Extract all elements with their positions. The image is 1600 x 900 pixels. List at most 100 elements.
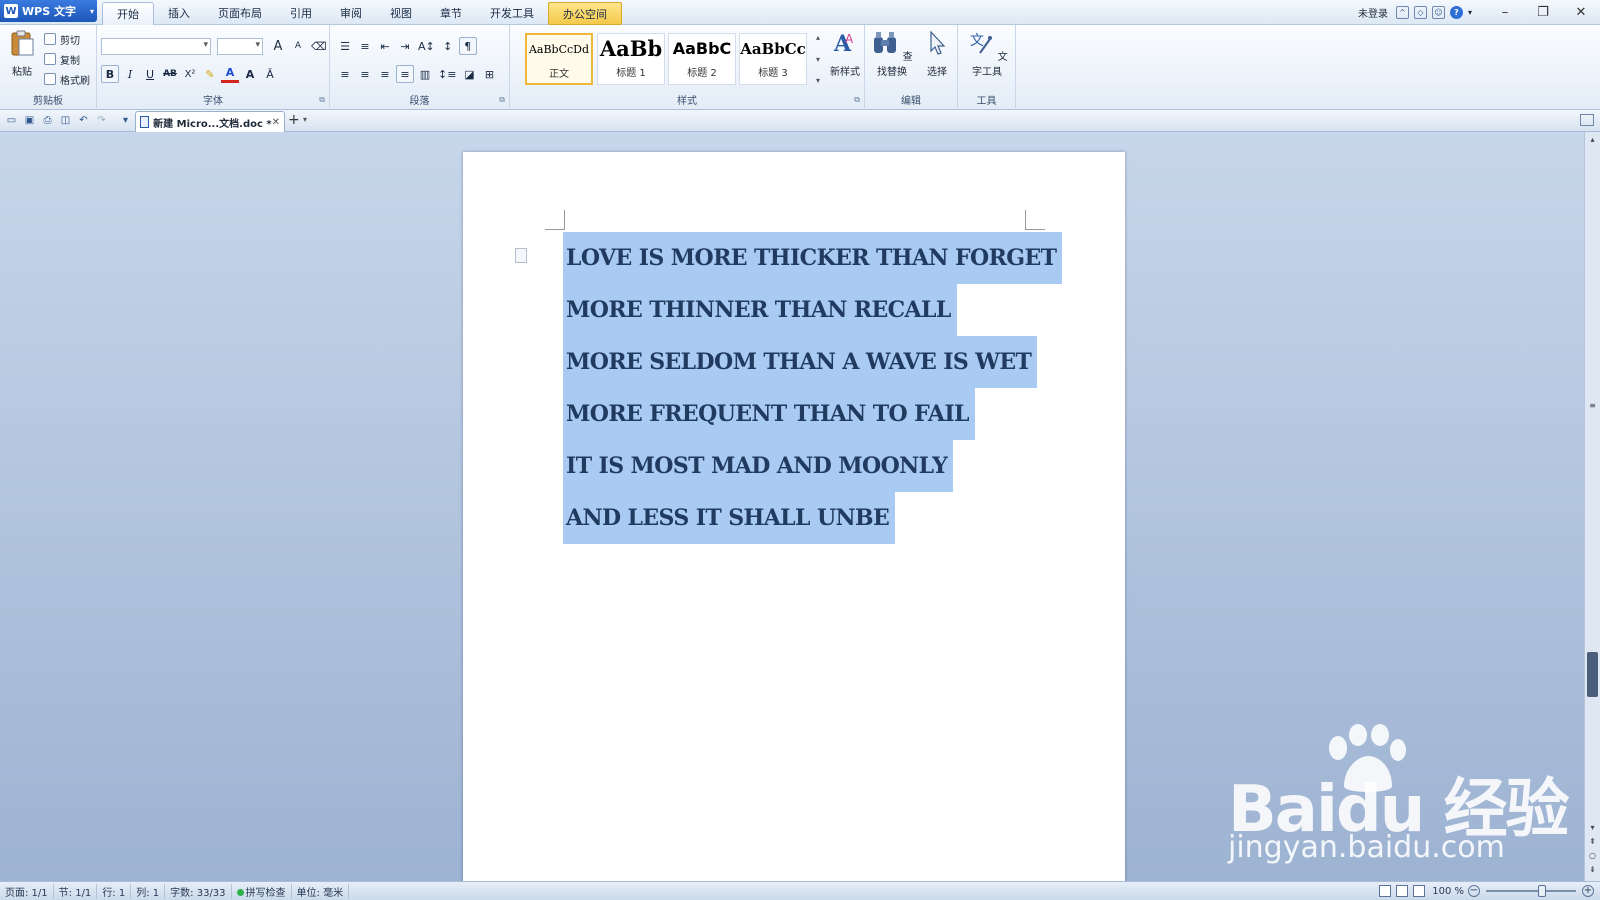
text-tools-button[interactable]: 文 文字工具 (962, 29, 1012, 78)
style-heading-1[interactable]: AaBb 标题 1 (597, 33, 665, 85)
web-view-icon[interactable] (1413, 885, 1426, 897)
superscript-button[interactable]: X² (181, 65, 199, 83)
tab-view[interactable]: 视图 (376, 2, 426, 25)
zoom-in-icon[interactable]: + (1582, 885, 1594, 897)
chevron-up-icon[interactable]: ▴ (816, 33, 820, 42)
print-preview-icon[interactable]: ◫ (58, 113, 73, 128)
next-page-icon[interactable]: ⇟ (1587, 864, 1598, 875)
style-normal[interactable]: AaBbCcDd 正文 (525, 33, 593, 85)
show-marks-icon[interactable]: ¶ (458, 37, 477, 55)
app-menu-button[interactable]: W WPS 文字 ▾ (0, 0, 97, 22)
tab-insert[interactable]: 插入 (154, 2, 204, 25)
more-icon[interactable]: ▾ (816, 76, 820, 85)
find-replace-button[interactable]: 查找替换 (869, 29, 915, 78)
increase-indent-icon[interactable]: ⇥ (396, 37, 414, 55)
bold-button[interactable]: B (101, 65, 119, 83)
align-center-icon[interactable]: ≡ (356, 65, 374, 83)
zoom-level[interactable]: 100 % (1432, 886, 1464, 897)
font-name-combo[interactable] (101, 37, 211, 55)
vertical-scrollbar[interactable]: ▴ ≡ ▾ ⇞ ○ ⇟ (1584, 132, 1600, 881)
text-direction-icon[interactable]: A↕ (416, 37, 437, 55)
borders-icon[interactable]: ⊞ (480, 65, 498, 83)
tab-review[interactable]: 审阅 (326, 2, 376, 25)
font-color-icon[interactable]: A (221, 65, 239, 83)
tab-chapter[interactable]: 章节 (426, 2, 476, 25)
style-heading-2[interactable]: AaBbC 标题 2 (668, 33, 736, 85)
login-link[interactable]: 未登录 (1358, 5, 1388, 20)
tab-home[interactable]: 开始 (102, 2, 154, 25)
text-line[interactable]: MORE FREQUENT THAN TO FAIL (563, 388, 975, 440)
new-tab-button[interactable]: + (288, 113, 300, 128)
tab-page-layout[interactable]: 页面布局 (204, 2, 276, 25)
numbered-list-icon[interactable]: ≡ (356, 37, 374, 55)
close-icon[interactable]: ✕ (272, 117, 280, 128)
phonetic-guide-icon[interactable]: Ā (261, 65, 279, 83)
browse-object-icon[interactable]: ○ (1587, 850, 1598, 861)
outline-view-icon[interactable] (1396, 885, 1409, 897)
shading-icon[interactable]: ◪ (460, 65, 478, 83)
select-button[interactable]: 选择 (919, 29, 955, 78)
grow-font-button[interactable]: A (269, 37, 287, 55)
underline-button[interactable]: U (141, 65, 159, 83)
minimize-button[interactable]: – (1486, 0, 1524, 25)
style-heading-3[interactable]: AaBbCc 标题 3 (739, 33, 807, 85)
window-layout-icon[interactable] (1580, 114, 1594, 126)
status-page[interactable]: 页面: 1/1 (0, 883, 54, 899)
user-icon[interactable]: ☺ (1431, 6, 1445, 19)
chevron-down-icon[interactable]: ▾ (303, 115, 307, 124)
collapse-ribbon-icon[interactable]: ^ (1395, 6, 1409, 19)
shrink-font-button[interactable]: A (289, 37, 307, 55)
sort-icon[interactable]: ↕ (439, 37, 457, 55)
copy-button[interactable]: 复制 (44, 49, 90, 69)
save-icon[interactable]: ▣ (22, 113, 37, 128)
align-right-icon[interactable]: ≡ (376, 65, 394, 83)
new-style-button[interactable]: A A 新样式 (825, 29, 865, 78)
strikethrough-button[interactable]: AB (161, 65, 179, 83)
skin-icon[interactable]: ◇ (1413, 6, 1427, 19)
scroll-thumb[interactable] (1587, 652, 1598, 697)
zoom-slider-knob[interactable] (1538, 885, 1546, 897)
document-page[interactable]: LOVE IS MORE THICKER THAN FORGET MORE TH… (463, 152, 1125, 881)
align-left-icon[interactable]: ≡ (336, 65, 354, 83)
scroll-grip-icon[interactable]: ≡ (1587, 400, 1598, 411)
open-folder-icon[interactable]: ▭ (4, 113, 19, 128)
decrease-indent-icon[interactable]: ⇤ (376, 37, 394, 55)
close-button[interactable]: ✕ (1562, 0, 1600, 25)
text-line[interactable]: LOVE IS MORE THICKER THAN FORGET (563, 232, 1063, 284)
redo-icon[interactable]: ↷ (94, 113, 109, 128)
scroll-down-icon[interactable]: ▾ (1587, 822, 1598, 833)
clear-format-icon[interactable]: ⌫ (309, 37, 329, 55)
bullet-list-icon[interactable]: ☰ (336, 37, 354, 55)
text-line[interactable]: AND LESS IT SHALL UNBE (563, 492, 896, 544)
cut-button[interactable]: 剪切 (44, 29, 90, 49)
zoom-slider[interactable] (1486, 885, 1576, 897)
undo-icon[interactable]: ↶ (76, 113, 91, 128)
page-view-icon[interactable] (1379, 885, 1392, 897)
chevron-down-icon[interactable]: ▾ (1468, 8, 1472, 17)
text-line[interactable]: IT IS MOST MAD AND MOONLY (563, 440, 954, 492)
previous-page-icon[interactable]: ⇞ (1587, 836, 1598, 847)
document-tab[interactable]: 新建 Micro...文档.doc * ✕ (135, 111, 285, 132)
paragraph-dialog-launcher-icon[interactable]: ⧉ (499, 95, 505, 105)
status-word-count[interactable]: 字数: 33/33 (165, 883, 232, 899)
tab-references[interactable]: 引用 (276, 2, 326, 25)
document-text[interactable]: LOVE IS MORE THICKER THAN FORGET MORE TH… (563, 232, 1063, 544)
font-size-combo[interactable] (217, 37, 263, 55)
text-line[interactable]: MORE SELDOM THAN A WAVE IS WET (563, 336, 1038, 388)
font-dialog-launcher-icon[interactable]: ⧉ (319, 95, 325, 105)
customize-toolbar-icon[interactable]: ▾ (118, 113, 133, 128)
restore-button[interactable]: ❐ (1524, 0, 1562, 25)
paste-button[interactable]: 粘贴 (4, 29, 40, 78)
format-painter-button[interactable]: 格式刷 (44, 69, 90, 89)
italic-button[interactable]: I (121, 65, 139, 83)
tab-office-space[interactable]: 办公空间 (548, 2, 622, 25)
highlight-color-icon[interactable]: ✎ (201, 65, 219, 83)
scroll-up-icon[interactable]: ▴ (1587, 134, 1598, 145)
help-icon[interactable]: ? (1449, 6, 1463, 19)
tab-developer[interactable]: 开发工具 (476, 2, 548, 25)
chevron-down-icon[interactable]: ▾ (816, 55, 820, 64)
text-line[interactable]: MORE THINNER THAN RECALL (563, 284, 957, 336)
line-spacing-icon[interactable]: ↕≡ (436, 65, 458, 83)
distributed-icon[interactable]: ▥ (416, 65, 434, 83)
styles-scroll[interactable]: ▴ ▾ ▾ (812, 33, 824, 85)
